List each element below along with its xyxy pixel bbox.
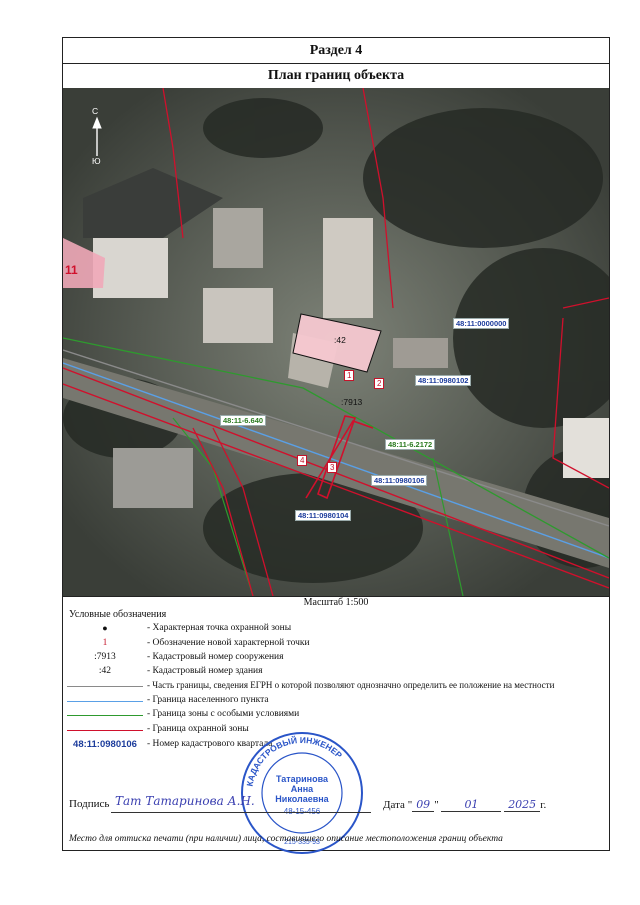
- legend-building-symbol: :42: [98, 666, 112, 676]
- legend-quarter-symbol: 48:11:0980106: [73, 739, 137, 750]
- legend-settlement-line: [67, 701, 143, 702]
- legend-point-symbol: ●: [102, 623, 108, 633]
- south-label: Ю: [92, 156, 101, 166]
- section-heading: Раздел 4: [63, 38, 609, 64]
- legend-special-zone-line: [67, 715, 143, 716]
- point-4: 4: [297, 455, 308, 466]
- cadastral-quarter-label-0000000: 48:11:0000000: [453, 318, 510, 329]
- building-number-label: :42: [334, 335, 346, 345]
- point-1: 1: [344, 370, 355, 381]
- boundary-plan-sheet: Раздел 4 План границ объекта С Ю 11 48:1…: [62, 37, 610, 854]
- legend-title: Условные обозначения: [69, 609, 167, 620]
- stamp-name3: Николаевна: [275, 794, 329, 804]
- cadastral-quarter-label-0980106: 48:11:0980106: [371, 475, 428, 486]
- zone-label-62172: 48:11-6.2172: [385, 439, 436, 450]
- point-2: 2: [374, 378, 385, 389]
- legend-text: - Кадастровый номер здания: [147, 666, 263, 676]
- date-suffix: г.: [540, 799, 547, 811]
- legend-text: - Граница зоны с особыми условиями: [147, 709, 300, 719]
- signature-label: Подпись: [69, 798, 110, 810]
- legend-text: - Часть границы, сведения ЕГРН о которой…: [147, 680, 555, 690]
- date-label: Дата: [383, 799, 405, 811]
- legend-row: - Граница зоны с особыми условиями: [63, 709, 609, 723]
- stamp-place-note: Место для оттиска печати (при наличии) л…: [69, 834, 503, 844]
- zone-label-6640: 48:11-6.640: [220, 415, 267, 426]
- cadastral-quarter-label-0980102: 48:11:0980102: [415, 375, 472, 386]
- legend-row: - Часть границы, сведения ЕГРН о которой…: [63, 680, 609, 694]
- map-scale: Масштаб 1:500: [303, 597, 369, 608]
- date-field: Дата " 09 " 01 2025 г.: [383, 798, 547, 812]
- handwritten-signature: Тат Татаринова А.Н.: [115, 794, 255, 808]
- parcel-edge-label: 11: [65, 263, 78, 277]
- signature-line: [111, 812, 371, 813]
- legend-row: - Граница населенного пункта: [63, 695, 609, 709]
- legend-row: 1 - Обозначение новой характерной точки: [63, 638, 609, 652]
- date-day: 09: [412, 798, 435, 812]
- legend-egrn-line: [67, 686, 143, 687]
- legend-text: - Характерная точка охранной зоны: [147, 623, 292, 633]
- page-title: План границ объекта: [63, 63, 609, 89]
- legend-row: :42 - Кадастровый номер здания: [63, 666, 609, 680]
- stamp-name1: Татаринова: [276, 774, 329, 784]
- north-label: С: [92, 106, 99, 116]
- legend-row: :7913 - Кадастровый номер сооружения: [63, 652, 609, 666]
- point-3: 3: [327, 462, 338, 473]
- legend-structure-symbol: :7913: [94, 652, 116, 662]
- map-view[interactable]: С Ю 11 48:11:0000000 48:11:0980102 48:11…: [63, 88, 609, 597]
- legend-new-point-symbol: 1: [102, 638, 108, 648]
- date-year: 2025: [504, 798, 541, 812]
- structure-number-label: :7913: [341, 397, 363, 407]
- date-month: 01: [441, 798, 502, 812]
- legend-row: ● - Характерная точка охранной зоны: [63, 623, 609, 637]
- legend-text: - Граница охранной зоны: [147, 724, 249, 734]
- cadastral-quarter-label-0980104: 48:11:0980104: [295, 510, 352, 521]
- legend-protection-zone-line: [67, 730, 143, 731]
- legend-text: - Граница населенного пункта: [147, 695, 269, 705]
- legend-text: - Обозначение новой характерной точки: [147, 638, 310, 648]
- legend-text: - Кадастровый номер сооружения: [147, 652, 284, 662]
- stamp-name2: Анна: [291, 784, 314, 794]
